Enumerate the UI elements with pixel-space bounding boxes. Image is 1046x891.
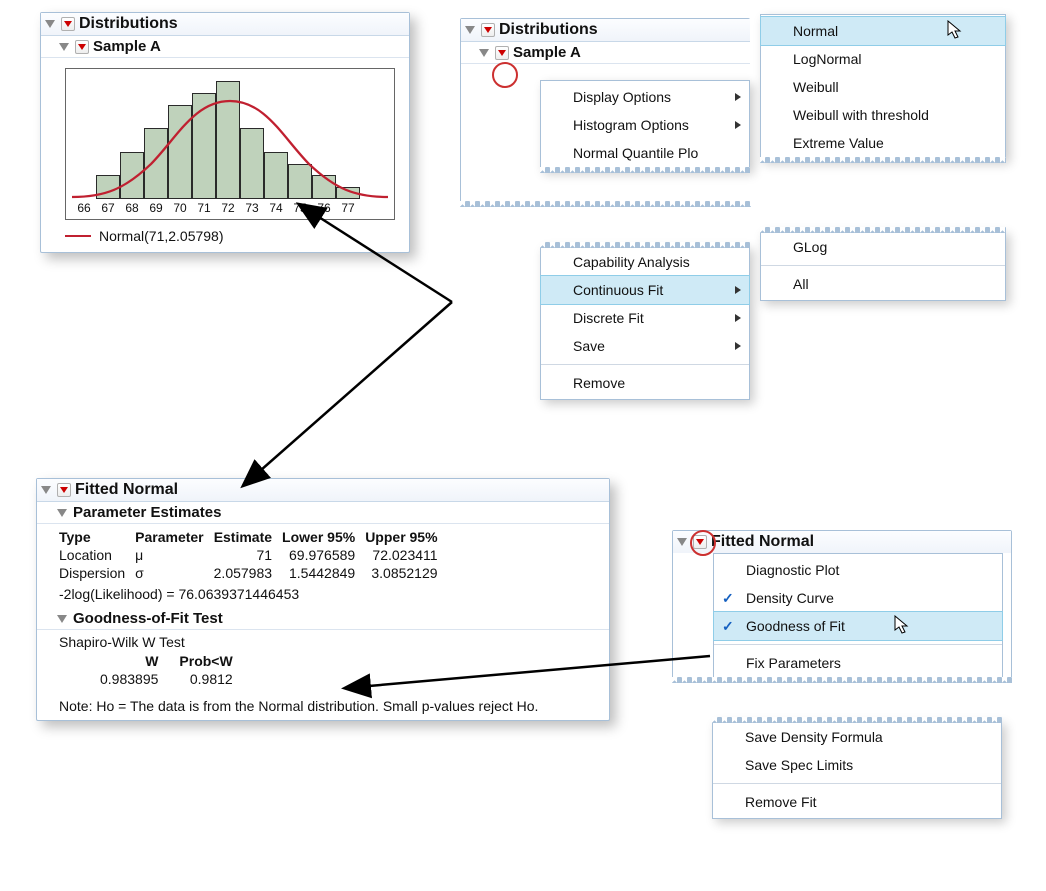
annotation-arrows	[0, 0, 1046, 891]
